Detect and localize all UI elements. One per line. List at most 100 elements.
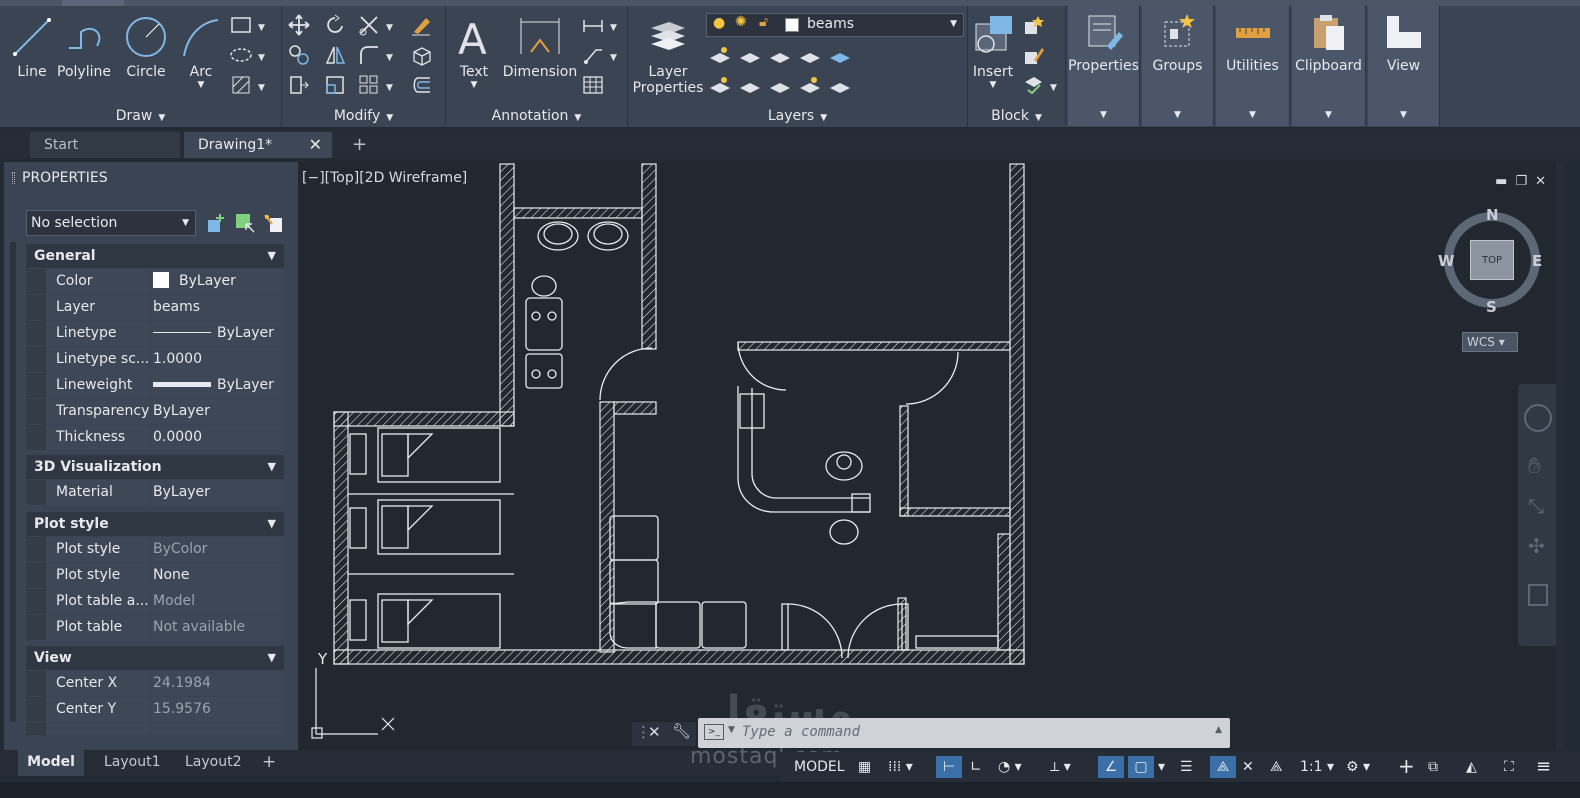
- compass-west[interactable]: W: [1438, 252, 1455, 270]
- close-icon[interactable]: ✕: [648, 723, 661, 741]
- clipboard-flyout[interactable]: Clipboard ▼: [1292, 6, 1366, 126]
- add-layout-button[interactable]: +: [262, 750, 276, 776]
- rectangle-icon[interactable]: ▼: [230, 14, 270, 36]
- prop-row-center-y[interactable]: Center Y 15.9576: [26, 697, 284, 723]
- viewcube[interactable]: TOP N S E W: [1438, 206, 1546, 316]
- stretch-icon[interactable]: [288, 74, 310, 96]
- tab-model[interactable]: Model: [18, 750, 84, 776]
- prop-value[interactable]: ByLayer: [151, 399, 284, 424]
- annotation-scale-dropdown[interactable]: 1:1 ▾: [1300, 756, 1334, 778]
- rotate-icon[interactable]: [324, 14, 346, 36]
- create-block-icon[interactable]: [1022, 14, 1044, 36]
- linear-dim-icon[interactable]: ▼: [582, 14, 622, 36]
- prop-value[interactable]: ByLayer: [151, 373, 284, 398]
- insert-dropdown-icon[interactable]: ▼: [970, 80, 1016, 90]
- arc-dropdown-icon[interactable]: ▼: [178, 80, 224, 90]
- block-panel-title[interactable]: Block ▼: [968, 108, 1065, 124]
- layer-dropdown[interactable]: ● ✺ 🔓︎ beams ▼: [706, 13, 964, 37]
- prop-value[interactable]: ByLayer: [151, 269, 284, 294]
- wcs-dropdown[interactable]: WCS ▾: [1462, 332, 1518, 352]
- text-button[interactable]: A Text ▼: [454, 14, 494, 90]
- new-tab-button[interactable]: +: [344, 132, 374, 158]
- grid-icon[interactable]: ▦: [858, 756, 871, 778]
- section-general[interactable]: General ▼: [26, 244, 284, 268]
- viewcube-top-face[interactable]: TOP: [1470, 240, 1514, 280]
- prop-row-thickness[interactable]: Thickness 0.0000: [26, 425, 284, 451]
- command-prompt-icon[interactable]: >_: [704, 724, 724, 740]
- model-space-button[interactable]: MODEL: [794, 756, 845, 778]
- layer-properties-button[interactable]: Layer Properties: [630, 14, 706, 96]
- expand-history-icon[interactable]: ▲: [1215, 725, 1222, 735]
- prop-row-color[interactable]: Color ByLayer: [26, 269, 284, 295]
- tab-drawing1[interactable]: Drawing1* ✕: [184, 132, 332, 158]
- prop-row-center-x[interactable]: Center X 24.1984: [26, 671, 284, 697]
- prop-row-linetype[interactable]: Linetype ByLayer: [26, 321, 284, 347]
- compass-east[interactable]: E: [1532, 252, 1542, 270]
- clean-screen-icon[interactable]: ⛶: [1504, 756, 1514, 778]
- polar-tracking-icon[interactable]: ◔ ▾: [998, 756, 1022, 778]
- line-button[interactable]: Line: [8, 14, 56, 80]
- section-3d-visualization[interactable]: 3D Visualization ▼: [26, 455, 284, 479]
- prop-row-plot-table-type[interactable]: Plot table ty...Not available: [26, 615, 284, 660]
- layers-panel-title[interactable]: Layers ▼: [628, 108, 967, 124]
- object-snap-icon[interactable]: ▢: [1128, 756, 1154, 778]
- steering-wheel-icon[interactable]: [1524, 404, 1552, 432]
- recent-commands-icon[interactable]: ▼: [728, 725, 735, 735]
- close-icon[interactable]: ✕: [309, 132, 322, 158]
- 3d-box-icon[interactable]: [410, 44, 432, 66]
- drawing-canvas[interactable]: [−][Top][2D Wireframe] ▬ ❐ ✕ Y TOP N S E…: [298, 162, 1564, 750]
- modify-panel-title[interactable]: Modify ▼: [282, 108, 445, 124]
- tab-layout2[interactable]: Layout2: [185, 750, 242, 776]
- isolate-objects-icon[interactable]: ⧉: [1428, 756, 1438, 778]
- mirror-icon[interactable]: [324, 44, 346, 66]
- infer-constraints-icon[interactable]: ∟: [970, 756, 982, 778]
- arc-button[interactable]: Arc ▼: [178, 14, 224, 90]
- move-icon[interactable]: [288, 14, 310, 36]
- prop-row-lineweight[interactable]: Lineweight ByLayer: [26, 373, 284, 399]
- fillet-icon[interactable]: ▼: [358, 44, 398, 66]
- trim-icon[interactable]: ▼: [358, 14, 398, 36]
- customize-wrench-icon[interactable]: 🔧︎: [672, 722, 691, 740]
- utilities-flyout[interactable]: Utilities ▼: [1216, 6, 1290, 126]
- copy-icon[interactable]: [288, 44, 310, 66]
- prop-row-plot-style[interactable]: Plot style ByColor: [26, 537, 284, 563]
- tab-start[interactable]: Start: [30, 132, 180, 158]
- compass-south[interactable]: S: [1486, 298, 1497, 316]
- auto-scale-icon[interactable]: ✕: [1242, 756, 1254, 778]
- snap-icon[interactable]: ⁞⁞⁞ ▾: [888, 756, 913, 778]
- annotation-visibility-icon[interactable]: ⟁: [1210, 756, 1236, 778]
- scale-icon[interactable]: [324, 74, 346, 96]
- annotation-scale-icon[interactable]: ⟁: [1270, 756, 1283, 778]
- prop-row-linetype-scale[interactable]: Linetype sc... 1.0000: [26, 347, 284, 373]
- prop-value[interactable]: ByLayer: [151, 480, 284, 505]
- edit-block-icon[interactable]: [1022, 44, 1044, 66]
- polyline-button[interactable]: Polyline: [56, 14, 112, 80]
- prop-row-material[interactable]: Material ByLayer: [26, 480, 284, 506]
- properties-flyout[interactable]: Properties ▼: [1068, 6, 1140, 126]
- table-icon[interactable]: [582, 74, 604, 96]
- object-snap-dropdown-icon[interactable]: ▾: [1158, 756, 1165, 778]
- quick-select-icon[interactable]: [262, 212, 284, 234]
- array-icon[interactable]: ▼: [358, 74, 398, 96]
- dimension-button[interactable]: Dimension: [502, 14, 578, 80]
- tab-layout1[interactable]: Layout1: [104, 750, 161, 776]
- selection-dropdown[interactable]: No selection ▼: [26, 210, 196, 236]
- lineweight-toggle-icon[interactable]: ☰: [1180, 756, 1193, 778]
- select-objects-icon[interactable]: [234, 212, 256, 234]
- command-input[interactable]: >_ ▼ Type a command ▲: [698, 718, 1230, 748]
- palette-side-bar[interactable]: [10, 242, 16, 722]
- prop-value[interactable]: beams: [151, 295, 284, 320]
- hatch-icon[interactable]: ▼: [230, 74, 270, 96]
- insert-block-button[interactable]: Insert ▼: [970, 14, 1016, 90]
- leader-icon[interactable]: ▼: [582, 44, 622, 66]
- groups-flyout[interactable]: Groups ▼: [1142, 6, 1214, 126]
- prop-row-transparency[interactable]: Transparency ByLayer: [26, 399, 284, 425]
- plus-icon[interactable]: +: [1398, 756, 1415, 778]
- view-flyout[interactable]: View ▼: [1368, 6, 1440, 126]
- circle-button[interactable]: Circle: [120, 14, 172, 80]
- layer-tools-icons[interactable]: [708, 44, 858, 102]
- prop-value[interactable]: None: [151, 563, 284, 588]
- section-plot-style[interactable]: Plot style ▼: [26, 512, 284, 536]
- prop-value[interactable]: ByLayer: [151, 321, 284, 346]
- prop-value[interactable]: 1.0000: [151, 347, 284, 372]
